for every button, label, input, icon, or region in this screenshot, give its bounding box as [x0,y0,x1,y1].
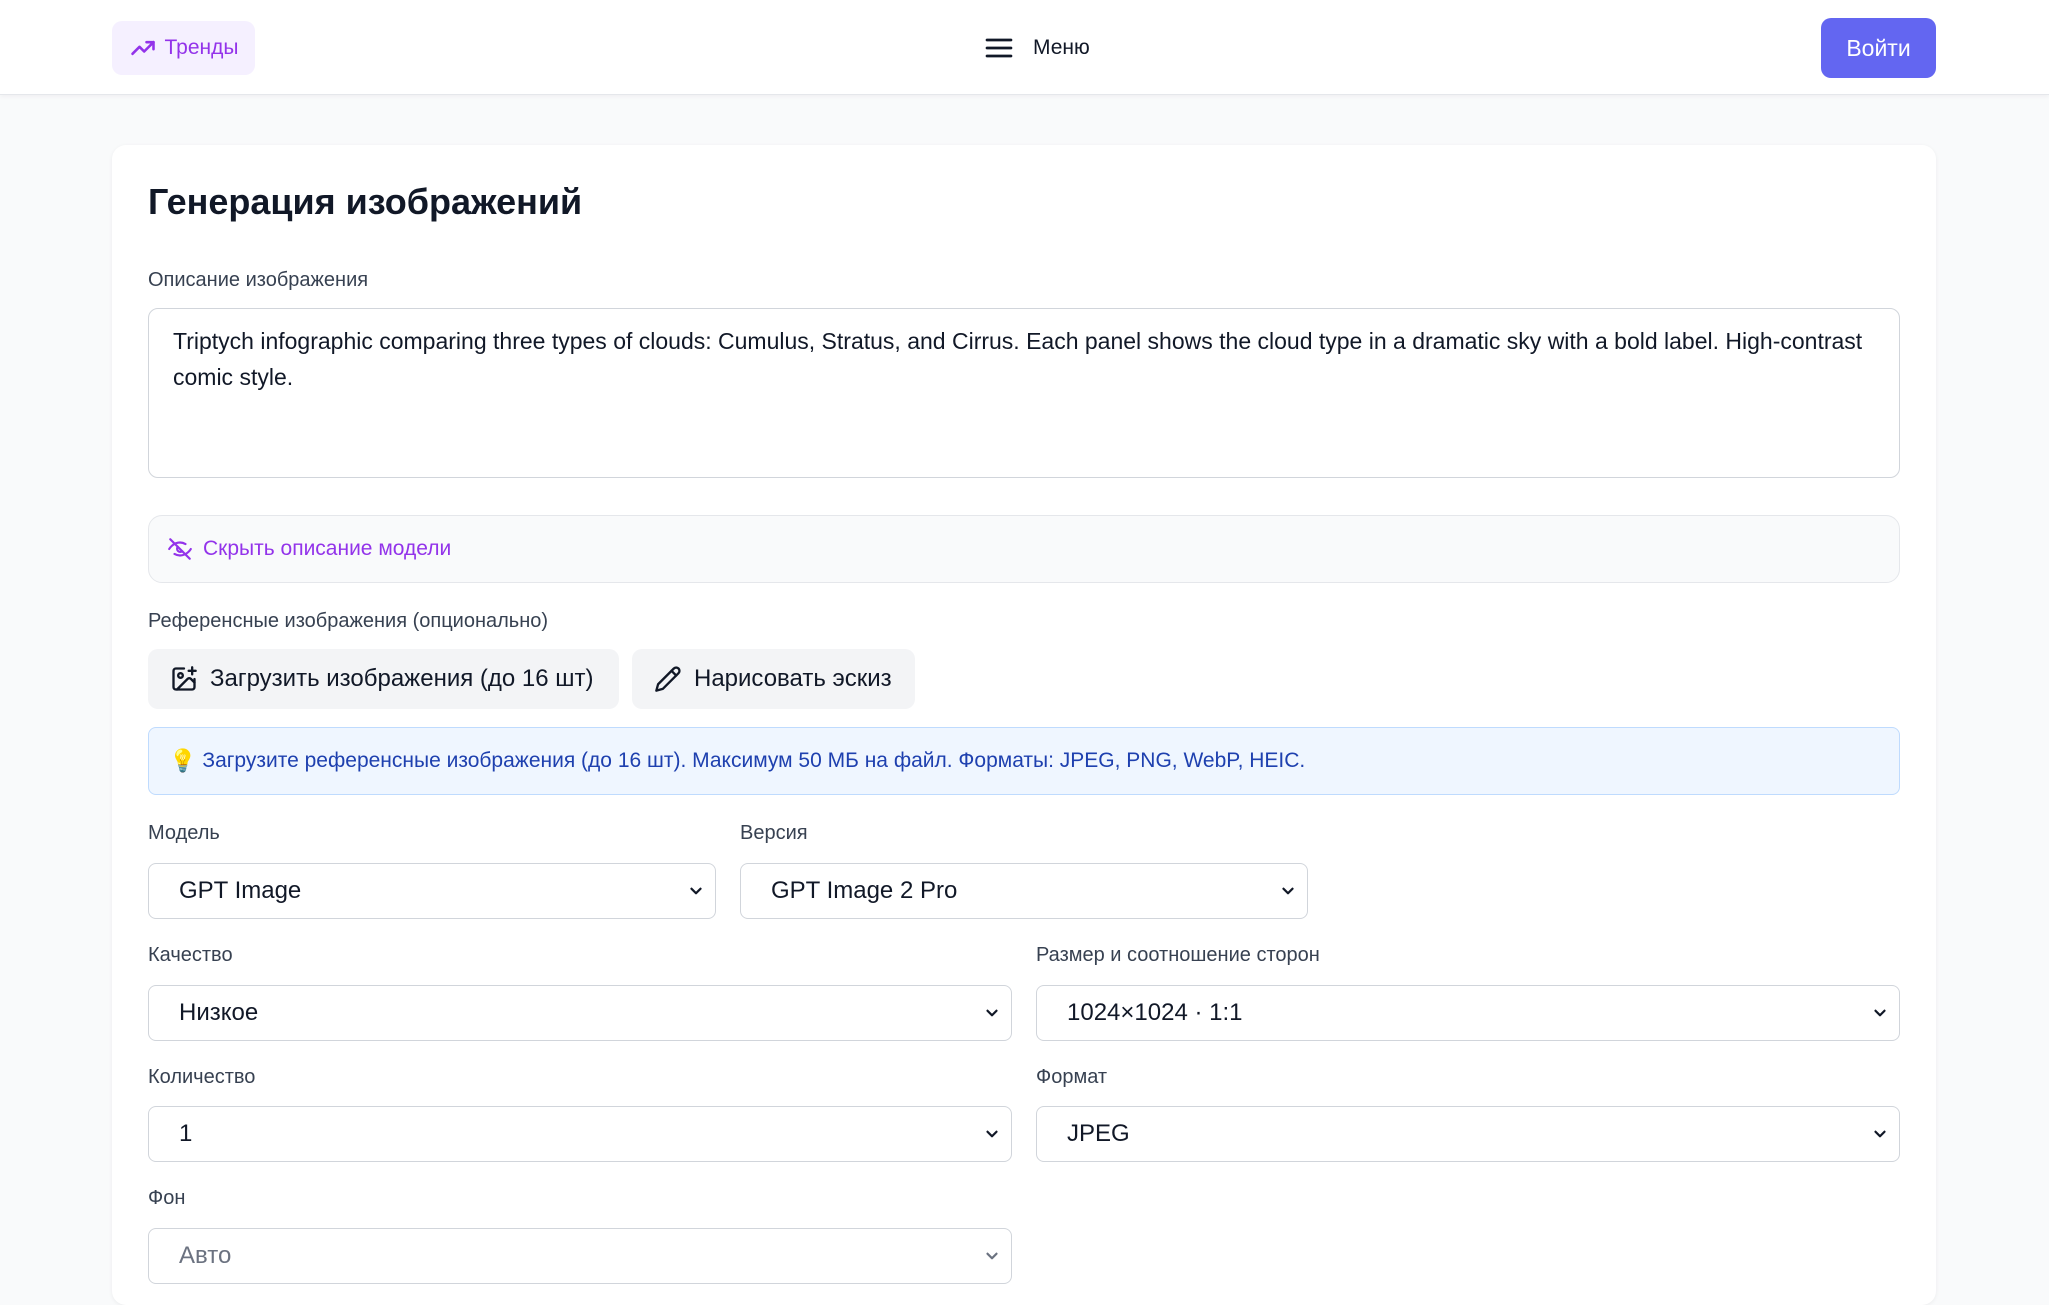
version-select[interactable]: GPT Image 2 Pro [740,863,1308,919]
prompt-label: Описание изображения [148,269,369,291]
lightbulb-icon: 💡 [169,748,197,773]
hamburger-icon [985,38,1013,58]
format-select-value: JPEG [1067,1120,1130,1147]
upload-images-button[interactable]: Загрузить изображения (до 16 шт) [148,649,619,709]
size-select-value: 1024×1024 · 1:1 [1067,999,1243,1026]
menu-button[interactable]: Меню [983,28,1090,68]
format-select[interactable]: JPEG [1036,1106,1900,1162]
prompt-textarea[interactable]: Triptych infographic comparing three typ… [148,308,1900,478]
trends-label: Тренды [164,36,239,59]
pencil-icon [655,666,681,692]
format-label: Формат [1036,1066,1108,1088]
trends-button[interactable]: Тренды [112,21,255,75]
quality-select[interactable]: Низкое [148,985,1012,1041]
draw-sketch-label: Нарисовать эскиз [694,665,892,692]
image-generation-card: Генерация изображений Описание изображен… [112,145,1936,1305]
trending-up-icon [130,40,155,56]
draw-sketch-button[interactable]: Нарисовать эскиз [632,649,915,709]
upload-images-label: Загрузить изображения (до 16 шт) [210,665,594,692]
version-label: Версия [740,822,808,844]
login-button[interactable]: Войти [1821,18,1936,78]
size-label: Размер и соотношение сторон [1036,944,1320,966]
chevron-down-icon [986,1009,998,1017]
page-title: Генерация изображений [148,181,583,222]
reference-images-label: Референсные изображения (опционально) [148,610,549,632]
quality-label: Качество [148,944,233,966]
chevron-down-icon [986,1252,998,1260]
model-select[interactable]: GPT Image [148,863,716,919]
model-label: Модель [148,822,220,844]
chevron-down-icon [1282,887,1294,895]
count-select[interactable]: 1 [148,1106,1012,1162]
image-plus-icon [172,666,197,691]
top-navigation-bar: Тренды Меню Войти [0,0,2049,95]
count-select-value: 1 [179,1120,193,1147]
hide-model-description-label: Скрыть описание модели [203,537,452,560]
hide-model-description-toggle[interactable]: Скрыть описание модели [148,515,1900,583]
quality-select-value: Низкое [179,999,259,1026]
menu-label: Меню [1033,36,1090,59]
background-select-value: Авто [179,1242,232,1269]
version-select-value: GPT Image 2 Pro [771,877,958,904]
background-select[interactable]: Авто [148,1228,1012,1284]
chevron-down-icon [1874,1009,1886,1017]
upload-info-text: Загрузите референсные изображения (до 16… [202,749,1306,772]
chevron-down-icon [1874,1130,1886,1138]
eye-off-icon [168,538,192,560]
background-label: Фон [148,1187,186,1209]
upload-info-banner: 💡 Загрузите референсные изображения (до … [148,727,1900,795]
count-label: Количество [148,1066,256,1088]
size-select[interactable]: 1024×1024 · 1:1 [1036,985,1900,1041]
chevron-down-icon [986,1130,998,1138]
model-select-value: GPT Image [179,877,302,904]
chevron-down-icon [690,887,702,895]
